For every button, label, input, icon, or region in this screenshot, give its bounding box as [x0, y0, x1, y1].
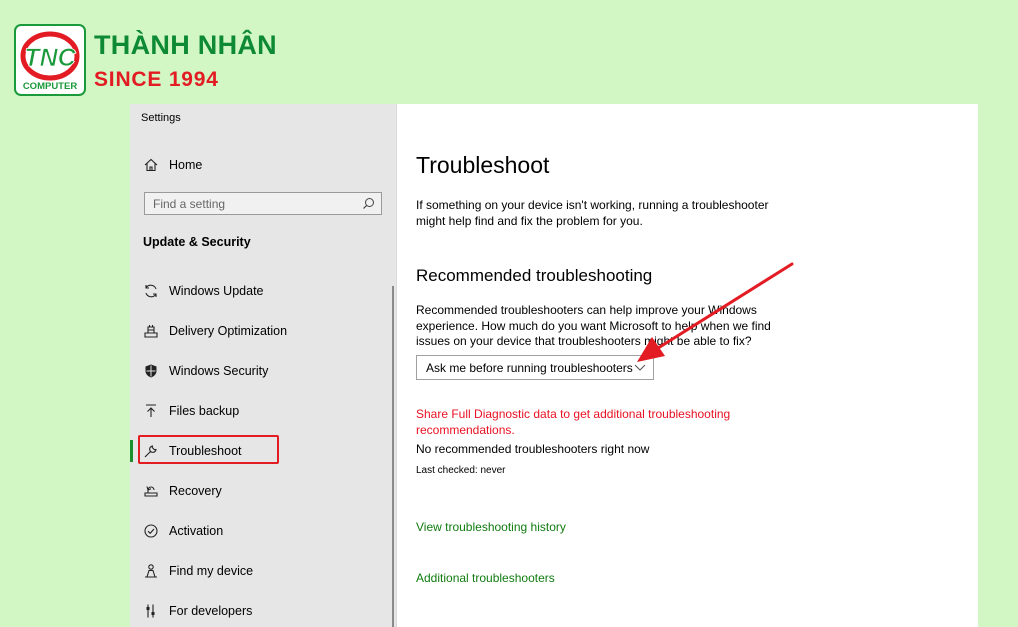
recommended-description: Recommended troubleshooters can help imp…	[416, 303, 771, 348]
recommended-heading: Recommended troubleshooting	[416, 266, 653, 285]
tnc-logo-graphic: TNC COMPUTER	[20, 31, 80, 92]
sidebar-item-for-developers[interactable]: For developers	[130, 596, 392, 626]
brand-name: THÀNH NHÂN	[94, 30, 277, 60]
search-input[interactable]	[145, 193, 371, 214]
additional-troubleshooters-link[interactable]: Additional troubleshooters	[416, 571, 555, 585]
search-icon[interactable]	[362, 197, 375, 210]
search-field[interactable]	[144, 192, 382, 215]
view-history-link[interactable]: View troubleshooting history	[416, 520, 566, 534]
sidebar-item-windows-security[interactable]: Windows Security	[130, 356, 392, 386]
sidebar: Settings Home Update & Security Windows …	[130, 104, 396, 627]
window-title: Settings	[141, 112, 181, 124]
person-locate-icon	[145, 564, 157, 578]
section-heading: Update & Security	[143, 235, 251, 249]
sidebar-item-label: Recovery	[169, 484, 222, 498]
home-icon	[144, 158, 158, 172]
refresh-icon	[145, 284, 157, 298]
recovery-icon	[144, 486, 158, 497]
sidebar-item-label: Find my device	[169, 564, 254, 578]
sidebar-item-label: Home	[169, 158, 203, 172]
check-circle-icon	[144, 524, 158, 538]
sidebar-item-files-backup[interactable]: Files backup	[130, 396, 392, 426]
main-content: Troubleshoot If something on your device…	[416, 104, 976, 627]
page-title: Troubleshoot	[416, 152, 550, 178]
last-checked-text: Last checked: never	[416, 465, 506, 476]
svg-text:COMPUTER: COMPUTER	[23, 81, 78, 92]
chevron-down-icon	[634, 364, 646, 371]
sidebar-item-label: Windows Update	[169, 284, 264, 298]
dropdown-selected-value: Ask me before running troubleshooters	[426, 361, 633, 375]
sidebar-item-windows-update[interactable]: Windows Update	[130, 276, 392, 306]
brand-logo: TNC COMPUTER THÀNH NHÂN SINCE 1994	[14, 24, 284, 98]
sidebar-item-label: Delivery Optimization	[169, 324, 288, 338]
sidebar-item-recovery[interactable]: Recovery	[130, 476, 392, 506]
no-recommended-status: No recommended troubleshooters right now	[416, 442, 650, 456]
shield-icon	[145, 364, 157, 378]
intro-text: If something on your device isn't workin…	[416, 198, 769, 228]
brand-since: SINCE 1994	[94, 68, 219, 91]
diagnostic-data-link[interactable]: Share Full Diagnostic data to get additi…	[416, 407, 746, 438]
developer-sliders-icon	[146, 604, 155, 618]
annotation-highlight-box	[138, 435, 279, 464]
sidebar-item-find-my-device[interactable]: Find my device	[130, 556, 392, 586]
sidebar-scrollbar[interactable]	[392, 286, 394, 627]
tnc-logo-badge: TNC COMPUTER	[14, 24, 86, 96]
sidebar-divider	[396, 104, 397, 627]
sidebar-item-label: Files backup	[169, 404, 240, 418]
delivery-optimization-icon	[144, 325, 158, 338]
troubleshooter-preference-dropdown[interactable]: Ask me before running troubleshooters	[416, 355, 654, 380]
sidebar-item-home[interactable]: Home	[130, 150, 392, 180]
sidebar-item-label: Windows Security	[169, 364, 269, 378]
sidebar-item-delivery-optimization[interactable]: Delivery Optimization	[130, 316, 392, 346]
sidebar-item-label: For developers	[169, 604, 253, 618]
sidebar-item-label: Activation	[169, 524, 224, 538]
sidebar-item-activation[interactable]: Activation	[130, 516, 392, 546]
backup-arrow-icon	[146, 404, 156, 417]
svg-text:TNC: TNC	[24, 44, 76, 72]
settings-window: Settings Home Update & Security Windows …	[130, 104, 978, 627]
